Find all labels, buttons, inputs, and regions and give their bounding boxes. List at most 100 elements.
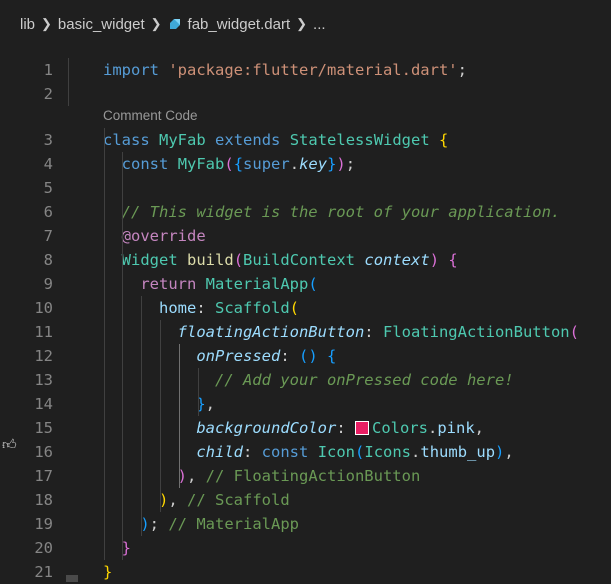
- line-number: 12: [34, 347, 53, 365]
- code-line[interactable]: 16 child: const Icon(Icons.thumb_up),: [0, 440, 611, 464]
- breadcrumb-item-file[interactable]: fab_widget.dart: [188, 16, 291, 33]
- code-token: extends: [215, 131, 281, 149]
- code-token: pink: [437, 419, 475, 437]
- code-line[interactable]: 6 // This widget is the root of your app…: [0, 200, 611, 224]
- code-line[interactable]: 5: [0, 176, 611, 200]
- breadcrumb-item-folder[interactable]: basic_widget: [58, 16, 145, 33]
- code-token: MyFab: [159, 131, 206, 149]
- code-line[interactable]: 21}: [0, 560, 611, 584]
- indent-guide: [141, 296, 143, 536]
- line-number: 7: [43, 227, 53, 245]
- code-text: import 'package:flutter/material.dart';: [103, 58, 467, 82]
- code-token: ): [429, 251, 440, 269]
- code-line[interactable]: 11 floatingActionButton: FloatingActionB…: [0, 320, 611, 344]
- code-text: @override: [103, 224, 206, 248]
- code-token: MaterialApp: [205, 275, 309, 293]
- code-line[interactable]: 12 onPressed: () {: [0, 344, 611, 368]
- code-token: ;: [345, 155, 356, 173]
- code-line[interactable]: 17 ), // FloatingActionButton: [0, 464, 611, 488]
- code-text: floatingActionButton: FloatingActionButt…: [103, 320, 579, 344]
- code-line[interactable]: 14 },: [0, 392, 611, 416]
- line-number: 13: [34, 371, 53, 389]
- line-number: 8: [43, 251, 53, 269]
- code-editor[interactable]: Comment Code 👍︎ 1 import 'package:flutter…: [0, 58, 611, 582]
- code-token: ;: [149, 515, 169, 533]
- codelens-comment-code[interactable]: Comment Code: [103, 106, 198, 126]
- code-token: (: [569, 323, 579, 341]
- code-line[interactable]: 20 }: [0, 536, 611, 560]
- line-number: 3: [43, 131, 53, 149]
- dart-file-icon: [169, 19, 180, 29]
- code-token: }: [103, 563, 113, 581]
- color-swatch[interactable]: [354, 420, 369, 435]
- line-number: 14: [34, 395, 53, 413]
- code-token: {: [327, 347, 337, 365]
- code-token: ,: [187, 467, 206, 485]
- code-line[interactable]: 15 backgroundColor: Colors.pink,: [0, 416, 611, 440]
- indent-guide: [122, 152, 124, 560]
- code-line[interactable]: 19 ); // MaterialApp: [0, 512, 611, 536]
- indent-guide: [68, 58, 69, 106]
- code-token: const: [261, 443, 309, 461]
- code-token: BuildContext: [243, 251, 356, 269]
- indent-guide: [179, 344, 181, 488]
- horizontal-scrollbar[interactable]: [66, 575, 78, 582]
- code-text: // This widget is the root of your appli…: [103, 200, 561, 224]
- code-line[interactable]: 1 import 'package:flutter/material.dart';: [0, 58, 611, 82]
- line-number: 11: [34, 323, 53, 341]
- code-line[interactable]: 18 ), // Scaffold: [0, 488, 611, 512]
- breadcrumb-item-lib[interactable]: lib: [20, 16, 35, 33]
- code-token: 'package:flutter/material.dart': [168, 61, 458, 79]
- code-token: super: [243, 155, 290, 173]
- code-line[interactable]: 8 Widget build(BuildContext context) {: [0, 248, 611, 272]
- code-token: key: [299, 155, 328, 173]
- code-token: {: [233, 155, 244, 173]
- code-token: ;: [457, 61, 467, 79]
- code-line[interactable]: 2: [0, 82, 611, 106]
- line-number: 20: [34, 539, 53, 557]
- line-number: 1: [43, 61, 53, 79]
- code-token: Scaffold: [215, 299, 290, 317]
- code-line[interactable]: 9 return MaterialApp(: [0, 272, 611, 296]
- code-line[interactable]: 3 class MyFab extends StatelessWidget {: [0, 128, 611, 152]
- code-line[interactable]: 10 home: Scaffold(: [0, 296, 611, 320]
- code-token: build: [187, 251, 234, 269]
- code-token: :: [364, 323, 383, 341]
- code-token: backgroundColor: [196, 419, 337, 437]
- code-line[interactable]: 7 @override: [0, 224, 611, 248]
- code-token: {: [448, 251, 458, 269]
- code-token: child: [196, 443, 243, 461]
- line-number: 16: [34, 443, 53, 461]
- code-text: class MyFab extends StatelessWidget {: [103, 128, 448, 152]
- code-text: ), // Scaffold: [103, 488, 290, 512]
- breadcrumb-item-symbol[interactable]: ...: [313, 16, 326, 33]
- line-number: 9: [43, 275, 53, 293]
- code-token: ,: [205, 395, 216, 413]
- chevron-right-icon: ❯: [41, 16, 52, 31]
- code-text: onPressed: () {: [103, 344, 336, 368]
- code-token: ): [336, 155, 346, 173]
- code-token: onPressed: [196, 347, 281, 365]
- code-line[interactable]: 4 const MyFab({super.key});: [0, 152, 611, 176]
- code-token: :: [196, 299, 215, 317]
- code-token: (): [299, 347, 318, 365]
- line-number: 21: [34, 563, 53, 581]
- code-line[interactable]: 13 // Add your onPressed code here!: [0, 368, 611, 392]
- line-number: 2: [43, 85, 53, 103]
- code-token: // This widget is the root of your appli…: [121, 203, 561, 221]
- line-number: 6: [43, 203, 53, 221]
- breadcrumb: lib ❯ basic_widget ❯ fab_widget.dart ❯ .…: [0, 0, 611, 48]
